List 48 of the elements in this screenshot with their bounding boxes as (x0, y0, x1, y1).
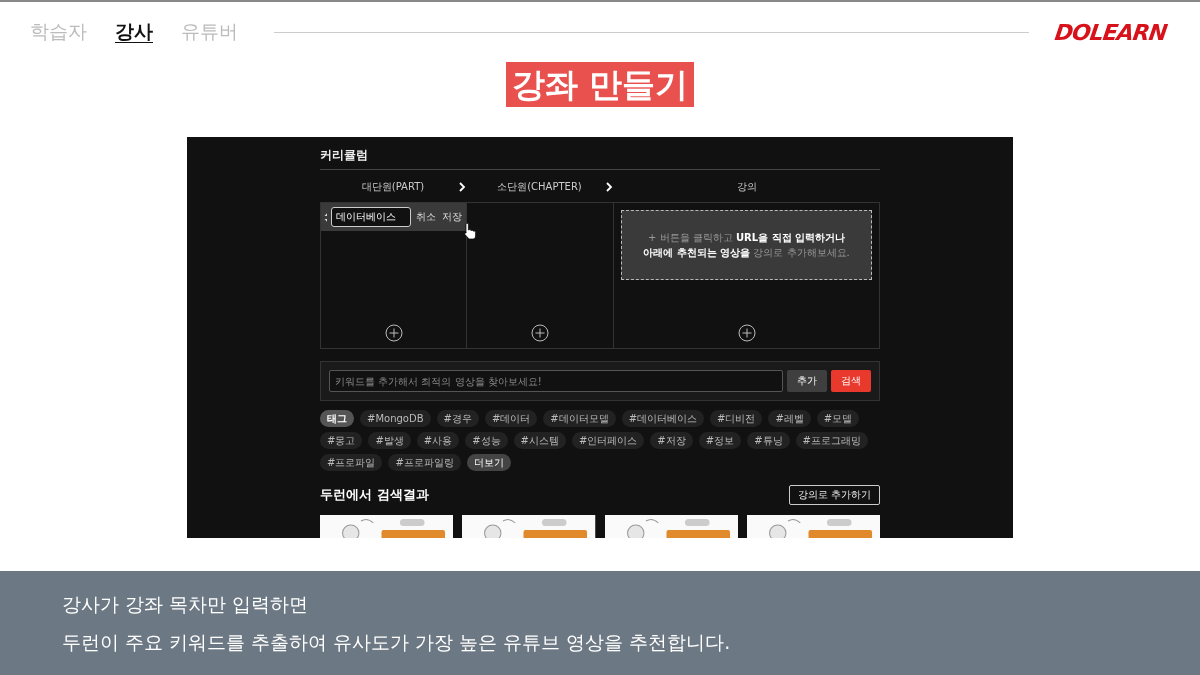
hint-text: 아래에 추천되는 영상을 강의로 추가해보세요. (643, 246, 850, 260)
tag-chip[interactable]: #저장 (650, 432, 693, 449)
tag-chip[interactable]: #몽고 (320, 432, 363, 449)
add-icon[interactable] (384, 324, 403, 342)
section-title: 커리큘럼 (320, 143, 880, 170)
cancel-button[interactable]: 취소 (415, 210, 437, 224)
tag-chip[interactable]: #데이터모델 (543, 410, 616, 427)
tag-chip[interactable]: #경우 (436, 410, 479, 427)
tag-chip[interactable]: #시스템 (513, 432, 566, 449)
add-icon[interactable] (531, 324, 549, 342)
more-button[interactable]: 더보기 (466, 454, 511, 471)
sort-icon[interactable] (324, 211, 327, 223)
nav-tab[interactable]: 강사 (115, 19, 153, 45)
hint-text: + 버튼을 클릭하고 URL을 직접 입력하거나 (647, 231, 846, 245)
tag-chip[interactable]: #정보 (698, 432, 742, 449)
tag-chip[interactable]: #디비전 (710, 410, 763, 427)
column-header: 소단원(CHAPTER) (497, 180, 582, 194)
part-name-field[interactable]: 데이터베이스 (331, 207, 411, 227)
save-button[interactable]: 저장 (441, 210, 463, 224)
column-header: 대단원(PART) (361, 180, 425, 194)
caption-text: 강사가 강좌 목차만 입력하면 (62, 592, 310, 617)
chevron-icon (605, 182, 613, 192)
search-button[interactable]: 검색 (831, 370, 871, 392)
add-to-lecture-button[interactable]: 강의로 추가하기 (788, 485, 880, 505)
chevron-icon (458, 182, 466, 192)
tag-chip[interactable]: #사용 (416, 432, 460, 449)
slide-title: 강좌 만들기 (505, 62, 695, 107)
caption-text: 두런이 주요 키워드를 추출하여 유사도가 가장 높은 유튜브 영상을 추천합니다. (62, 630, 732, 655)
tag-chip[interactable]: #MongoDB (360, 410, 431, 427)
tag-chip[interactable]: #레벨 (768, 410, 811, 427)
add-button[interactable]: 추가 (787, 370, 827, 392)
results-title: 두런에서 검색결과 (320, 486, 429, 504)
tag-chip[interactable]: #튜닝 (747, 432, 790, 449)
column-header: 강의 (736, 180, 757, 194)
hand-cursor-icon (463, 223, 476, 240)
logo: DOLEARN (1052, 19, 1168, 45)
tag-chip[interactable]: #인터페이스 (571, 432, 645, 449)
tag-chip[interactable]: #프로파일링 (388, 454, 461, 471)
tag-label[interactable]: 태그 (320, 410, 354, 427)
tag-chip[interactable]: #모델 (816, 410, 860, 427)
tag-chip[interactable]: #발생 (368, 432, 411, 449)
tag-chip[interactable]: #성능 (465, 432, 508, 449)
tag-chip[interactable]: #프로그래밍 (795, 432, 868, 449)
add-icon[interactable] (737, 324, 756, 342)
keyword-field[interactable]: 키워드를 추가해서 최적의 영상을 찾아보세요! (329, 370, 783, 392)
tag-chip[interactable]: #프로파일 (320, 454, 383, 471)
tag-chip[interactable]: #데이터베이스 (621, 410, 705, 427)
tag-chip[interactable]: #데이터 (484, 410, 538, 427)
